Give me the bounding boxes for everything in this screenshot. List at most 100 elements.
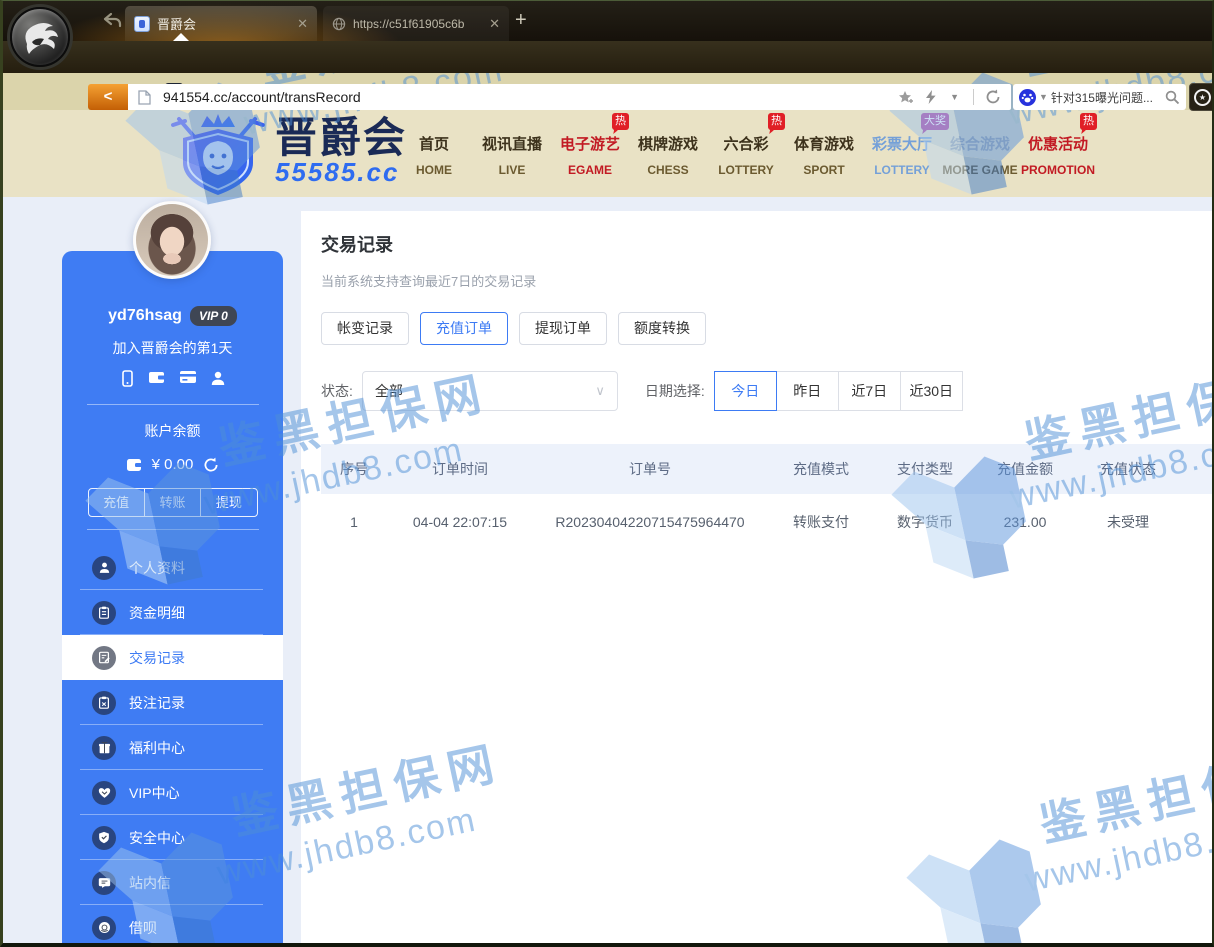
refresh-balance-icon[interactable] [203, 457, 219, 473]
transfer-button[interactable]: 转账 [144, 489, 200, 516]
transactions-table: 序号 订单时间 订单号 充值模式 支付类型 充值金额 充值状态 备注 1 04-… [321, 444, 1212, 549]
site-logo-title: 晋爵会 [275, 115, 407, 161]
nav-item-more-game[interactable]: 综合游戏 MORE GAME [941, 110, 1019, 197]
bookmark-star-icon[interactable] [898, 90, 915, 105]
search-input[interactable]: ▼ 针对315曝光问题... [1013, 84, 1186, 110]
join-days-text: 加入晋爵会的第1天 [62, 338, 283, 358]
date-today-button[interactable]: 今日 [714, 371, 777, 411]
nav-item-home[interactable]: 首页 HOME [395, 110, 473, 197]
col-order-time: 订单时间 [387, 444, 533, 494]
cell-deposit-mode: 转账支付 [767, 494, 875, 549]
sidebar-item-welfare[interactable]: 福利中心 [62, 725, 283, 770]
page-back-button[interactable]: < [88, 84, 128, 110]
person-icon[interactable] [210, 370, 226, 392]
chevron-down-icon: ∨ [595, 383, 605, 399]
cell-order-no: R20230404220715475964470 [533, 494, 767, 549]
tab-withdraw-orders[interactable]: 提现订单 [519, 312, 607, 345]
tab-close-icon[interactable]: ✕ [489, 16, 500, 32]
avatar[interactable] [133, 201, 211, 279]
cell-pay-type: 数字货币 [875, 494, 975, 549]
favorites-button[interactable]: ★ [1189, 83, 1214, 111]
sidebar-item-bets[interactable]: 投注记录 [62, 680, 283, 725]
nav-item-chess[interactable]: 棋牌游戏 CHESS [629, 110, 707, 197]
status-select-value: 全部 [375, 381, 595, 401]
date-30days-button[interactable]: 近30日 [900, 371, 963, 411]
table-header-row: 序号 订单时间 订单号 充值模式 支付类型 充值金额 充值状态 备注 [321, 444, 1212, 494]
cell-remark [1181, 494, 1212, 549]
phone-icon[interactable] [120, 370, 135, 392]
refresh-icon[interactable] [985, 89, 1001, 105]
sidebar: yd76hsag VIP 0 加入晋爵会的第1天 账户余额 ¥ 0.00 充值 … [62, 251, 283, 943]
sidebar-item-messages[interactable]: 站内信 [62, 860, 283, 905]
withdraw-button[interactable]: 提现 [200, 489, 256, 516]
date-yesterday-button[interactable]: 昨日 [776, 371, 839, 411]
col-amount: 充值金额 [975, 444, 1075, 494]
vip-heart-icon [92, 781, 116, 805]
tab-close-icon[interactable]: ✕ [297, 16, 308, 32]
chevron-down-icon[interactable]: ▼ [950, 92, 959, 102]
status-label: 状态: [321, 381, 353, 401]
nav-item-lottery[interactable]: 热 六合彩 LOTTERY [707, 110, 785, 197]
message-icon [92, 871, 116, 895]
nav-item-lottery-hall[interactable]: 大奖 彩票大厅 LOTTERY [863, 110, 941, 197]
browser-address-bar: < 941554.cc/account/transRecord ▼ ▼ 针对31… [3, 41, 1212, 73]
url-text[interactable]: 941554.cc/account/transRecord [163, 89, 898, 105]
tab-quota-transfer[interactable]: 额度转换 [618, 312, 706, 345]
cell-amount: 231.00 [975, 494, 1075, 549]
quick-links [62, 370, 283, 392]
star-icon: ★ [1194, 89, 1211, 106]
prize-badge: 大奖 [921, 113, 949, 130]
page-subtitle: 当前系统支持查询最近7日的交易记录 [321, 271, 1212, 290]
nav-item-promotion[interactable]: 热 优惠活动 PROMOTION [1019, 110, 1097, 197]
divider [973, 89, 974, 105]
window-back-icon[interactable] [102, 12, 122, 33]
browser-tab-background[interactable]: https://c51f61905c6b ✕ [323, 6, 509, 41]
cheetah-browser-logo[interactable] [10, 7, 70, 67]
tab-account-changes[interactable]: 帐变记录 [321, 312, 409, 345]
sidebar-item-vip[interactable]: VIP中心 [62, 770, 283, 815]
col-order-no: 订单号 [533, 444, 767, 494]
lightning-icon[interactable] [926, 90, 936, 105]
sidebar-item-loan[interactable]: 借呗 [62, 905, 283, 947]
date-range-segments: 今日 昨日 近7日 近30日 [714, 371, 963, 411]
nav-item-live[interactable]: 视讯直播 LIVE [473, 110, 551, 197]
clipboard-icon [92, 601, 116, 625]
bank-card-icon[interactable] [179, 370, 197, 392]
person-icon [92, 556, 116, 580]
deposit-button[interactable]: 充值 [89, 489, 144, 516]
search-query-text[interactable]: 针对315曝光问题... [1051, 89, 1165, 106]
tab-deposit-orders[interactable]: 充值订单 [420, 312, 508, 345]
divider [87, 404, 259, 405]
browser-tab-active[interactable]: 晋爵会 ✕ [125, 6, 317, 41]
transactions-table-wrap: 序号 订单时间 订单号 充值模式 支付类型 充值金额 充值状态 备注 1 04-… [321, 444, 1212, 549]
sidebar-item-security[interactable]: 安全中心 [62, 815, 283, 860]
browser-window: 晋爵会 ✕ https://c51f61905c6b ✕ + < 941554.… [0, 0, 1214, 947]
url-field[interactable]: 941554.cc/account/transRecord ▼ [128, 84, 1011, 110]
search-icon[interactable] [1165, 90, 1180, 105]
filter-row: 状态: 全部 ∨ 日期选择: 今日 昨日 近7日 近30日 [321, 371, 1212, 411]
balance-value: ¥ 0.00 [152, 456, 194, 473]
shield-check-icon [92, 826, 116, 850]
new-tab-button[interactable]: + [515, 9, 527, 32]
chevron-down-icon[interactable]: ▼ [1039, 92, 1048, 102]
date-7days-button[interactable]: 近7日 [838, 371, 901, 411]
nav-item-sport[interactable]: 体育游戏 SPORT [785, 110, 863, 197]
balance-label: 账户余额 [62, 421, 283, 441]
wallet-icon[interactable] [148, 370, 166, 392]
hot-badge: 热 [1080, 113, 1097, 130]
cell-index: 1 [321, 494, 387, 549]
page-body: yd76hsag VIP 0 加入晋爵会的第1天 账户余额 ¥ 0.00 充值 … [3, 197, 1212, 943]
lion-shield-logo[interactable] [163, 111, 273, 197]
col-deposit-mode: 充值模式 [767, 444, 875, 494]
cell-order-time: 04-04 22:07:15 [387, 494, 533, 549]
nav-item-egame[interactable]: 热 电子游艺 EGAME [551, 110, 629, 197]
page-title: 交易记录 [321, 231, 1212, 257]
sidebar-item-profile[interactable]: 个人资料 [62, 545, 283, 590]
sidebar-item-funds[interactable]: 资金明细 [62, 590, 283, 635]
sidebar-menu: 个人资料 资金明细 交易记录 投注记录 福利中心 [62, 545, 283, 947]
status-select[interactable]: 全部 ∨ [362, 371, 618, 411]
sidebar-item-transactions[interactable]: 交易记录 [62, 635, 283, 680]
globe-icon [332, 17, 346, 31]
site-logo[interactable]: 晋爵会 55585.cc [275, 115, 407, 188]
browser-tab-bar: 晋爵会 ✕ https://c51f61905c6b ✕ + [3, 1, 1212, 41]
